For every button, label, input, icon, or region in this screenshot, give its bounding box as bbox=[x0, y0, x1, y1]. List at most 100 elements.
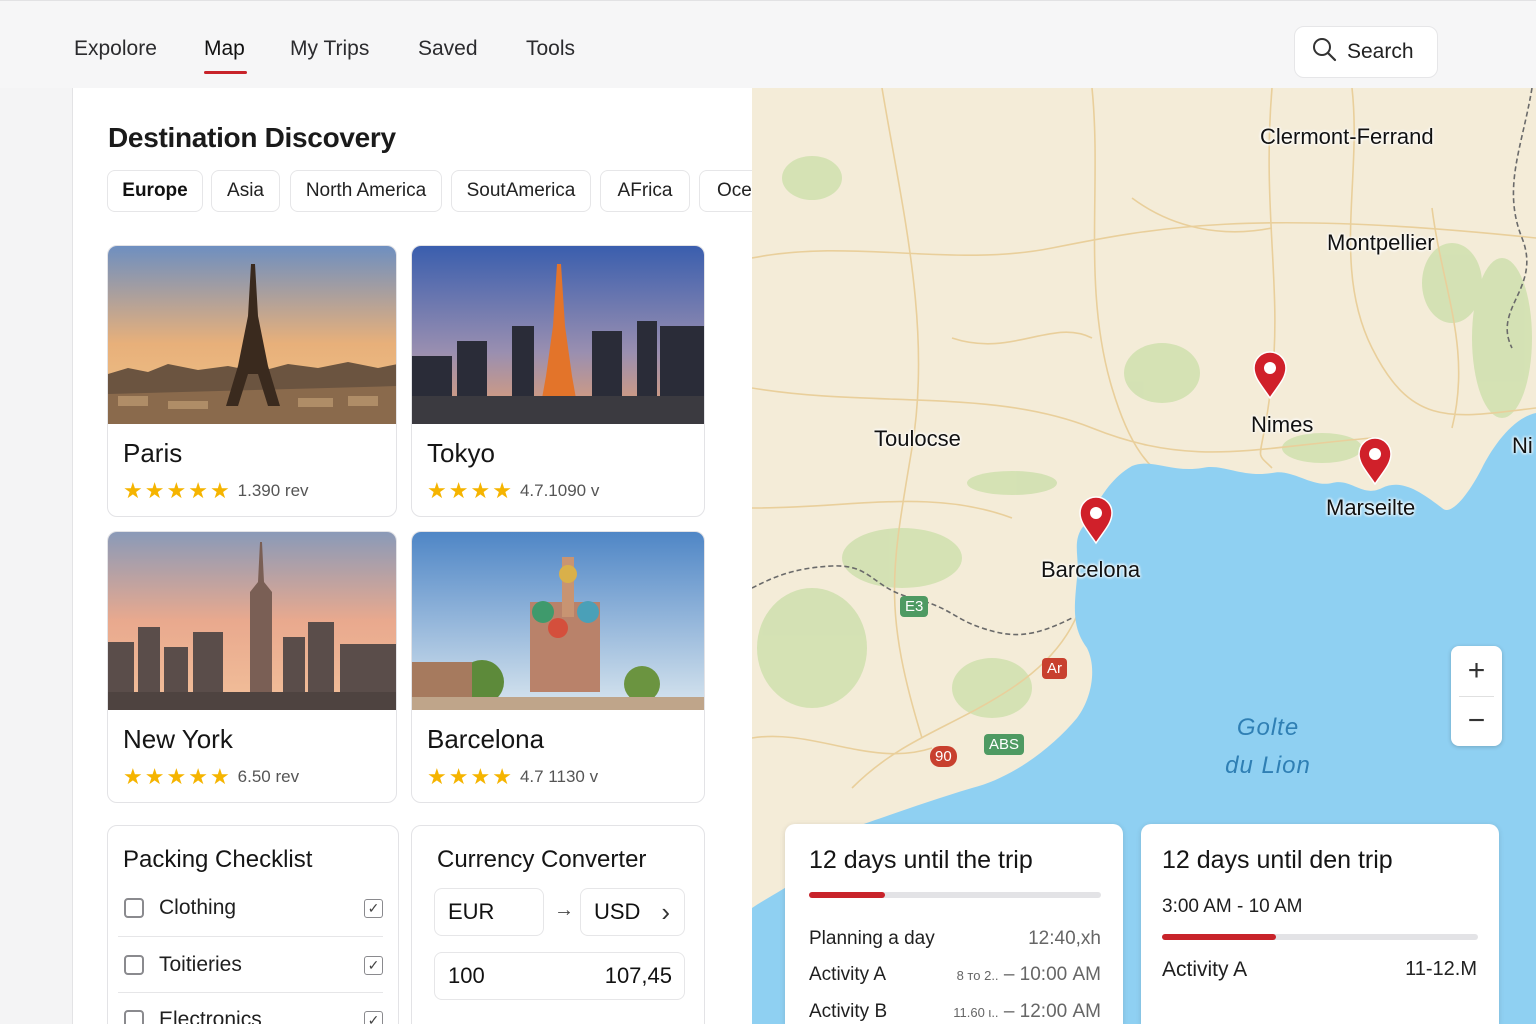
tab-explore[interactable]: Expolore bbox=[74, 37, 157, 61]
region-chip-africa[interactable]: AFrica bbox=[600, 170, 690, 212]
schedule-row[interactable]: Activity A 11-12.M bbox=[1162, 958, 1477, 982]
trip-progress-bar bbox=[1162, 934, 1478, 940]
location-pin-icon bbox=[1253, 351, 1287, 400]
tab-saved[interactable]: Saved bbox=[418, 37, 478, 61]
star-icon: ★ bbox=[188, 764, 208, 789]
region-chip-north-america[interactable]: North America bbox=[290, 170, 442, 212]
schedule-time: – 12:00 AM bbox=[1003, 1001, 1101, 1022]
location-pin-icon bbox=[1358, 437, 1392, 486]
checklist-item-toiletries[interactable]: Toitieries ✓ bbox=[118, 937, 383, 993]
schedule-label: Activity A bbox=[809, 964, 887, 985]
tokyo-photo bbox=[412, 246, 704, 424]
from-currency: EUR bbox=[448, 899, 495, 924]
check-icon[interactable]: ✓ bbox=[364, 955, 383, 975]
check-icon[interactable]: ✓ bbox=[364, 1010, 383, 1024]
schedule-row[interactable]: Planning a day 12:40,xh bbox=[809, 928, 1101, 950]
progress-fill bbox=[1162, 934, 1276, 940]
star-icon: ★ bbox=[470, 478, 491, 503]
star-icon: ★ bbox=[123, 764, 143, 789]
schedule-time: – 10:00 AM bbox=[1003, 964, 1101, 985]
star-icon: ★ bbox=[188, 478, 208, 503]
to-currency: USD bbox=[594, 899, 641, 924]
trip-title: 12 days until the trip bbox=[809, 846, 1033, 874]
checkbox[interactable] bbox=[124, 1010, 144, 1024]
review-count: 6.50 rev bbox=[237, 767, 300, 786]
rating: ★ ★ ★ ★ 4.7.1090 v bbox=[427, 480, 599, 502]
region-chip-europe[interactable]: Europe bbox=[107, 170, 203, 212]
destination-card-new-york[interactable]: New York ★ ★ ★ ★ ★ 6.50 rev bbox=[107, 531, 397, 803]
trip-countdown-card[interactable]: 12 days until the trip Planning a day 12… bbox=[785, 824, 1123, 1024]
star-icon: ★ bbox=[427, 764, 447, 789]
map-pin-marseille[interactable] bbox=[1357, 436, 1393, 486]
search-button[interactable]: Search bbox=[1294, 26, 1438, 78]
to-currency-select[interactable]: USD › bbox=[580, 888, 685, 936]
region-chip-oceania[interactable]: Oce bbox=[699, 170, 752, 212]
destination-card-barcelona[interactable]: Barcelona ★ ★ ★ ★ 4.7 1130 v bbox=[411, 531, 705, 803]
currency-title: Currency Converter bbox=[437, 846, 647, 873]
checkbox[interactable] bbox=[124, 898, 144, 918]
review-count: 4.7.1090 v bbox=[519, 481, 600, 500]
star-icon: ★ bbox=[448, 478, 469, 503]
city-toulouse[interactable]: Toulocse bbox=[874, 426, 961, 452]
search-icon bbox=[1311, 36, 1337, 68]
map-pin-barcelona[interactable] bbox=[1078, 495, 1114, 545]
schedule-label: Activity A bbox=[1162, 958, 1248, 981]
road-badge: 90 bbox=[930, 746, 957, 767]
schedule-prefix: 11.60 ι.. bbox=[953, 1005, 999, 1020]
amount-value: 100 bbox=[448, 963, 485, 988]
barcelona-photo bbox=[412, 532, 704, 710]
amount-input[interactable]: 100 107,45 bbox=[434, 952, 685, 1000]
trip-title: 12 days until den trip bbox=[1162, 846, 1393, 874]
search-label: Search bbox=[1347, 40, 1414, 63]
city-clermont-ferrand[interactable]: Clermont-Ferrand bbox=[1260, 124, 1434, 150]
checklist-label: Electronics bbox=[159, 1008, 262, 1024]
packing-checklist: Packing Checklist Clothing ✓ Toitieries … bbox=[107, 825, 399, 1024]
schedule-label: Planning a day bbox=[809, 928, 935, 949]
destination-card-paris[interactable]: Paris ★ ★ ★ ★ ★ 1.390 rev bbox=[107, 245, 397, 517]
zoom-out-button[interactable]: − bbox=[1451, 696, 1502, 746]
checklist-item-clothing[interactable]: Clothing ✓ bbox=[118, 880, 383, 936]
map-pin-nimes[interactable] bbox=[1252, 350, 1288, 400]
half-star-icon: ★ bbox=[209, 764, 230, 789]
top-navigation: Expolore Map My Trips Saved Tools Search bbox=[0, 0, 1536, 88]
tab-my-trips[interactable]: My Trips bbox=[290, 37, 369, 61]
sea-label-line: Golte bbox=[1236, 714, 1300, 741]
checklist-label: Clothing bbox=[159, 896, 237, 919]
schedule-row[interactable]: Activity A 8 то 2.. – 10:00 AM bbox=[809, 964, 1101, 986]
review-count: 1.390 rev bbox=[237, 481, 309, 500]
rating: ★ ★ ★ ★ 4.7 1130 v bbox=[427, 766, 598, 788]
schedule-prefix: 8 то 2.. bbox=[956, 968, 999, 983]
region-chip-asia[interactable]: Asia bbox=[211, 170, 280, 212]
currency-converter: Currency Converter EUR → USD › 100 107,4… bbox=[411, 825, 705, 1024]
check-icon[interactable]: ✓ bbox=[364, 898, 383, 918]
review-count: 4.7 1130 v bbox=[519, 767, 599, 786]
star-icon: ★ bbox=[492, 478, 512, 503]
trip-progress-bar bbox=[809, 892, 1101, 898]
road-badge: Ar bbox=[1042, 658, 1067, 679]
trip-countdown-card-2[interactable]: 12 days until den trip 3:00 AM - 10 AM A… bbox=[1141, 824, 1499, 1024]
destination-panel: Destination Discovery Europe Asia North … bbox=[72, 88, 752, 1024]
page-title: Destination Discovery bbox=[108, 122, 396, 153]
star-icon: ★ bbox=[123, 478, 143, 503]
checklist-item-electronics[interactable]: Electronics ✓ bbox=[118, 992, 383, 1024]
city-barcelona[interactable]: Barcelona bbox=[1041, 557, 1140, 583]
star-icon: ★ bbox=[470, 764, 491, 789]
tab-map[interactable]: Map bbox=[204, 37, 245, 61]
tab-tools[interactable]: Tools bbox=[526, 37, 575, 61]
sea-label: Golte du Lion bbox=[1212, 714, 1324, 780]
city-marseille[interactable]: Marseilte bbox=[1326, 495, 1415, 521]
star-icon: ★ bbox=[492, 764, 512, 789]
checkbox[interactable] bbox=[124, 955, 144, 975]
city-nice[interactable]: Ni bbox=[1512, 433, 1533, 459]
schedule-row[interactable]: Activity B 11.60 ι.. – 12:00 AM bbox=[809, 1001, 1101, 1023]
from-currency-select[interactable]: EUR bbox=[434, 888, 544, 936]
city-nimes[interactable]: Nimes bbox=[1251, 412, 1313, 438]
schedule-label: Activity B bbox=[809, 1001, 888, 1022]
new-york-photo bbox=[108, 532, 396, 710]
city-montpellier[interactable]: Montpellier bbox=[1327, 230, 1435, 256]
location-pin-icon bbox=[1079, 496, 1113, 545]
region-chip-south-america[interactable]: SoutAmerica bbox=[451, 170, 591, 212]
chevron-right-icon: › bbox=[661, 896, 670, 927]
destination-card-tokyo[interactable]: Tokyo ★ ★ ★ ★ 4.7.1090 v bbox=[411, 245, 705, 517]
zoom-in-button[interactable]: + bbox=[1451, 646, 1502, 696]
